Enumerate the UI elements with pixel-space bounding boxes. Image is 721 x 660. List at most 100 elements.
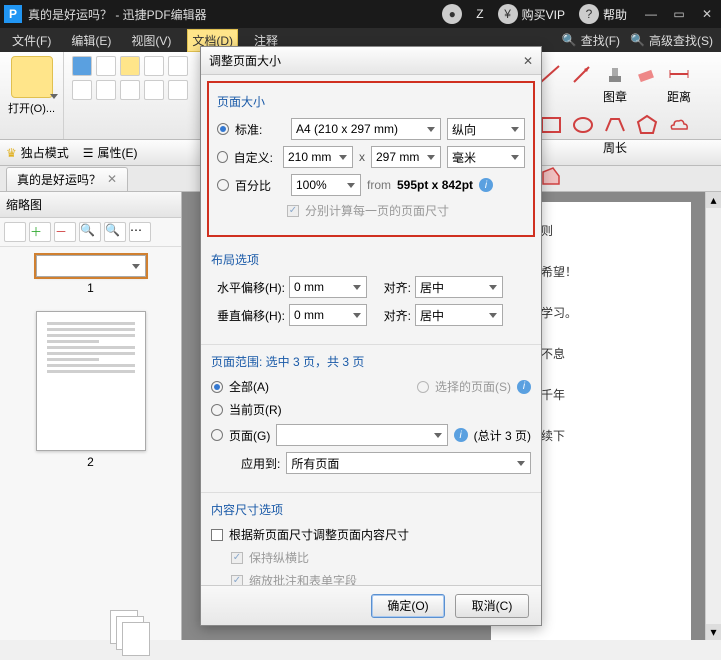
thumbnails-title: 缩略图 [0, 192, 181, 218]
radio-current-page[interactable] [211, 404, 223, 416]
cancel-button[interactable]: 取消(C) [455, 594, 529, 618]
radio-selected-pages[interactable] [417, 381, 429, 393]
properties-button[interactable]: ☰属性(E) [83, 144, 138, 161]
checkbox-resize-content[interactable] [211, 529, 223, 541]
cloud-tool-icon[interactable] [667, 113, 691, 137]
line-tool-icon[interactable] [539, 62, 563, 86]
tab-title: 真的是好运吗？ [17, 171, 101, 188]
scrollbar-vertical[interactable]: ▴ ▾ [705, 192, 721, 640]
thumb-tool-icon[interactable] [4, 222, 26, 242]
info-icon[interactable]: i [479, 178, 493, 192]
open-file-button[interactable] [11, 56, 53, 98]
ellipse-tool-icon[interactable] [571, 113, 595, 137]
thumbnails-panel: 缩略图 ＋ － 🔍 🔍 ⋯ 1 2 [0, 192, 182, 640]
thumb-zoom-in-icon[interactable]: 🔍 [79, 222, 101, 242]
tab-close-icon[interactable]: ✕ [107, 172, 117, 186]
find-button[interactable]: 🔍查找(F) [562, 32, 620, 49]
tool-icon[interactable] [72, 80, 92, 100]
search-icon: 🔍 [562, 33, 577, 47]
percent-input[interactable]: 100% [291, 174, 361, 196]
mail-icon[interactable] [120, 56, 140, 76]
h-offset-input[interactable]: 0 mm [289, 276, 367, 298]
user-letter[interactable]: Z [476, 7, 483, 21]
thumb-more-icon[interactable]: ⋯ [129, 222, 151, 242]
thumb-zoom-out-icon[interactable]: 🔍 [104, 222, 126, 242]
eraser-icon[interactable] [635, 62, 659, 86]
rect-tool-icon[interactable] [539, 113, 563, 137]
adv-find-button[interactable]: 🔍高级查找(S) [630, 32, 713, 49]
document-tab[interactable]: 真的是好运吗？ ✕ [6, 167, 128, 191]
save-icon[interactable] [72, 56, 92, 76]
dialog-close-icon[interactable]: ✕ [523, 54, 533, 68]
thumb-remove-icon[interactable]: － [54, 222, 76, 242]
redo-icon[interactable] [168, 56, 188, 76]
distance-icon[interactable] [667, 62, 691, 86]
thumbnail-page[interactable] [36, 255, 146, 277]
properties-icon: ☰ [83, 146, 94, 160]
tool-icon[interactable] [120, 80, 140, 100]
polygon-tool-icon[interactable] [635, 113, 659, 137]
arrow-tool-icon[interactable] [571, 62, 595, 86]
app-logo: P [4, 5, 22, 23]
open-label: 打开(O)... [8, 100, 55, 116]
radio-custom[interactable] [217, 151, 228, 163]
thumbnail-number: 1 [36, 281, 146, 295]
section-title: 布局选项 [211, 251, 531, 268]
menu-edit[interactable]: 编辑(E) [67, 30, 115, 51]
radio-standard[interactable] [217, 123, 229, 135]
menu-file[interactable]: 文件(F) [8, 30, 55, 51]
v-offset-input[interactable]: 0 mm [289, 304, 367, 326]
window-title: 真的是好运吗？ - 迅捷PDF编辑器 [28, 6, 207, 23]
width-input[interactable]: 210 mm [283, 146, 353, 168]
thumbnail-number: 2 [36, 455, 146, 469]
apply-to-select[interactable]: 所有页面 [286, 452, 531, 474]
checkbox-scale-form [231, 575, 243, 586]
section-title: 内容尺寸选项 [211, 501, 531, 518]
radio-all-pages[interactable] [211, 381, 223, 393]
dialog-title: 调整页面大小 [209, 52, 281, 69]
tool-icon[interactable] [96, 80, 116, 100]
checkbox-aspect [231, 552, 243, 564]
page-stack-icon [110, 610, 150, 640]
checkbox-calc-each [287, 205, 299, 217]
print-icon[interactable] [96, 56, 116, 76]
coin-icon[interactable]: ¥ [498, 4, 518, 24]
tool-icon[interactable] [144, 80, 164, 100]
search-plus-icon: 🔍 [630, 33, 645, 47]
stamp-icon[interactable] [603, 62, 627, 86]
resize-page-dialog: 调整页面大小 ✕ 页面大小 标准: A4 (210 x 297 mm) 纵向 自… [200, 46, 542, 626]
tool-icon[interactable] [168, 80, 188, 100]
thumb-add-icon[interactable]: ＋ [29, 222, 51, 242]
scroll-down-icon[interactable]: ▾ [706, 624, 721, 640]
perimeter-icon[interactable] [603, 113, 627, 137]
pages-input[interactable] [276, 424, 447, 446]
cloud-icon[interactable]: ● [442, 4, 462, 24]
orientation-select[interactable]: 纵向 [447, 118, 525, 140]
menu-view[interactable]: 视图(V) [127, 30, 175, 51]
units-select[interactable]: 毫米 [447, 146, 525, 168]
ok-button[interactable]: 确定(O) [371, 594, 445, 618]
info-icon[interactable]: i [517, 380, 531, 394]
close-button[interactable]: ✕ [693, 0, 721, 28]
radio-pages[interactable] [211, 429, 223, 441]
radio-percent[interactable] [217, 179, 229, 191]
maximize-button[interactable]: ▭ [665, 0, 693, 28]
dialog-titlebar[interactable]: 调整页面大小 ✕ [201, 47, 541, 75]
thumbnail-page[interactable] [36, 311, 146, 451]
section-title: 页面大小 [217, 93, 525, 110]
section-title: 页面范围: 选中 3 页，共 3 页 [211, 353, 531, 370]
info-icon[interactable]: i [454, 428, 468, 442]
help-icon[interactable]: ? [579, 4, 599, 24]
undo-icon[interactable] [144, 56, 164, 76]
area-icon[interactable] [539, 164, 563, 188]
buy-vip-link[interactable]: 购买VIP [522, 6, 565, 23]
v-align-select[interactable]: 居中 [415, 304, 503, 326]
titlebar: P 真的是好运吗？ - 迅捷PDF编辑器 ● Z ¥ 购买VIP ? 帮助 — … [0, 0, 721, 28]
preset-select[interactable]: A4 (210 x 297 mm) [291, 118, 441, 140]
scroll-up-icon[interactable]: ▴ [706, 192, 721, 208]
h-align-select[interactable]: 居中 [415, 276, 503, 298]
minimize-button[interactable]: — [637, 0, 665, 28]
height-input[interactable]: 297 mm [371, 146, 441, 168]
help-link[interactable]: 帮助 [603, 6, 627, 23]
exclusive-mode-toggle[interactable]: ♛独占模式 [6, 144, 69, 161]
